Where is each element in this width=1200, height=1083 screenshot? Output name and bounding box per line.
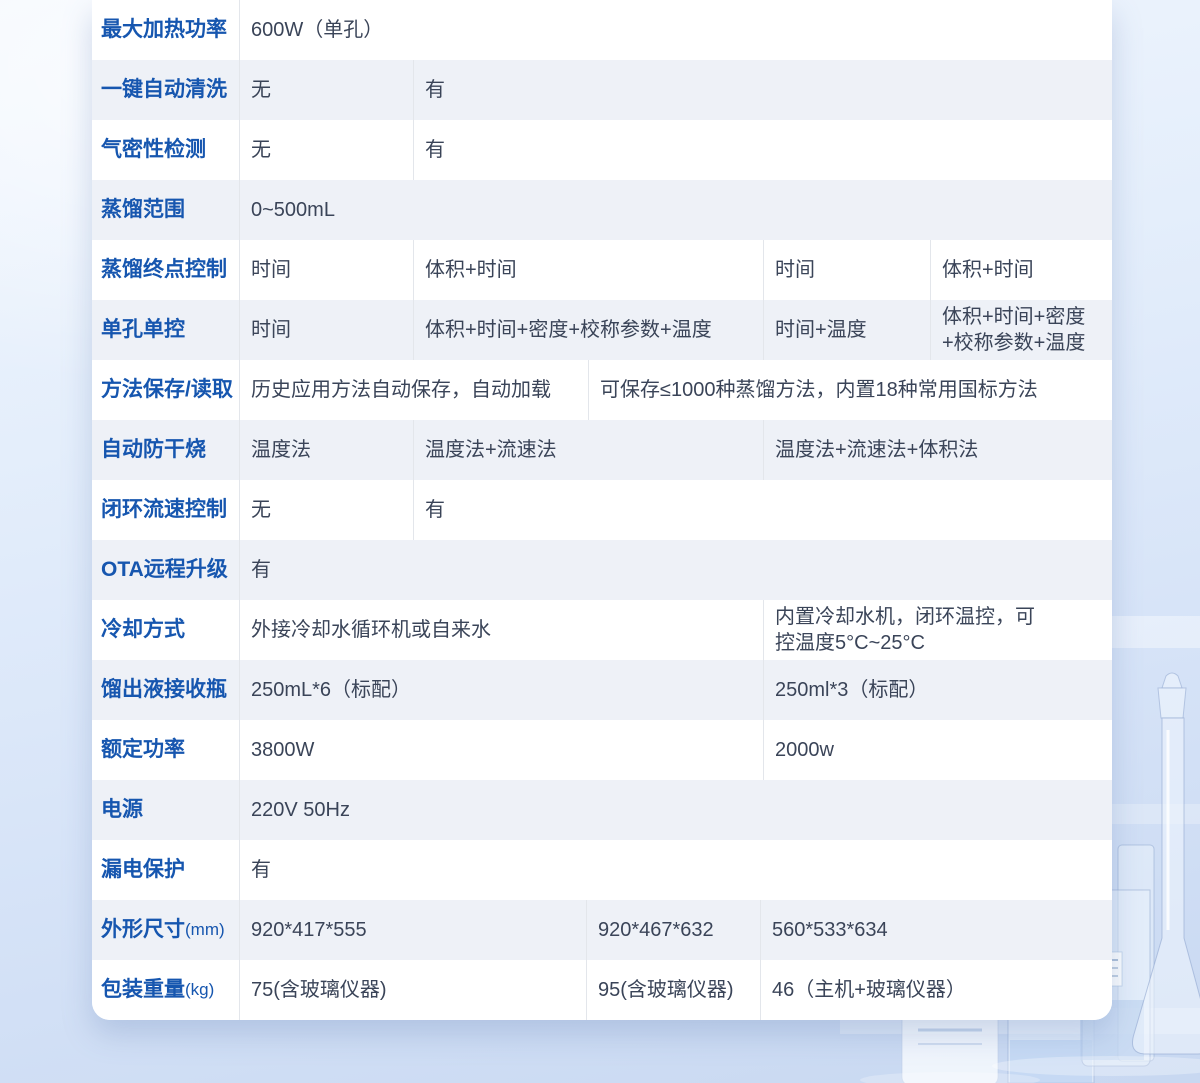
spec-label-text: 电源	[101, 797, 143, 823]
spec-label-text: 方法保存/读取	[101, 377, 233, 403]
spec-row: 最大加热功率 600W（单孔）	[92, 0, 1112, 60]
spec-value: 250mL*6（标配）	[240, 660, 763, 720]
spec-label-text: 蒸馏范围	[101, 197, 185, 223]
spec-row: 馏出液接收瓶 250mL*6（标配） 250ml*3（标配）	[92, 660, 1112, 720]
spec-label-text: 外形尺寸	[101, 917, 185, 943]
spec-row: 蒸馏范围 0~500mL	[92, 180, 1112, 240]
spec-value: 有	[413, 60, 1112, 120]
spec-label: 外形尺寸(mm)	[92, 900, 240, 960]
spec-value: 920*417*555	[240, 900, 586, 960]
spec-label-text: 气密性检测	[101, 137, 206, 163]
spec-value: 时间	[763, 240, 930, 300]
spec-label-text: 闭环流速控制	[101, 497, 227, 523]
spec-row: OTA远程升级 有	[92, 540, 1112, 600]
spec-row: 自动防干烧 温度法 温度法+流速法 温度法+流速法+体积法	[92, 420, 1112, 480]
spec-value: 时间+温度	[763, 300, 930, 360]
spec-value: 无	[240, 60, 413, 120]
spec-value: 温度法+流速法+体积法	[763, 420, 1112, 480]
spec-value: 3800W	[240, 720, 763, 780]
spec-label: 蒸馏终点控制	[92, 240, 240, 300]
spec-value: 内置冷却水机，闭环温控，可 控温度5°C~25°C	[763, 600, 1112, 660]
spec-value: 250ml*3（标配）	[763, 660, 1112, 720]
spec-table: 最大加热功率 600W（单孔） 一键自动清洗 无 有 气密性检测 无 有 蒸馏范…	[92, 0, 1112, 1020]
spec-row: 漏电保护 有	[92, 840, 1112, 900]
glass-flask-stopper	[1162, 673, 1182, 688]
light-band	[1108, 804, 1200, 824]
spec-label-text: 额定功率	[101, 737, 185, 763]
spec-label: 闭环流速控制	[92, 480, 240, 540]
spec-label-text: 单孔单控	[101, 317, 185, 343]
spec-label-text: 最大加热功率	[101, 17, 227, 43]
spec-value: 有	[413, 480, 1112, 540]
spec-value: 无	[240, 120, 413, 180]
spec-value: 体积+时间	[413, 240, 763, 300]
spec-row: 方法保存/读取 历史应用方法自动保存，自动加载 可保存≤1000种蒸馏方法，内置…	[92, 360, 1112, 420]
spec-value: 95(含玻璃仪器)	[586, 960, 760, 1020]
spec-value: 无	[240, 480, 413, 540]
spec-label: 额定功率	[92, 720, 240, 780]
spec-value: 体积+时间+密度+校称参数+温度	[413, 300, 763, 360]
spec-value: 0~500mL	[240, 180, 1112, 240]
spec-value: 时间	[240, 300, 413, 360]
spec-row: 冷却方式 外接冷却水循环机或自来水 内置冷却水机，闭环温控，可 控温度5°C~2…	[92, 600, 1112, 660]
light-band	[1108, 616, 1200, 648]
spec-label: 蒸馏范围	[92, 180, 240, 240]
spec-label: 冷却方式	[92, 600, 240, 660]
spec-label-unit: (mm)	[185, 917, 225, 943]
spec-row: 蒸馏终点控制 时间 体积+时间 时间 体积+时间	[92, 240, 1112, 300]
spec-label-text: OTA远程升级	[101, 557, 228, 583]
spec-label: 单孔单控	[92, 300, 240, 360]
spec-row: 包装重量(kg) 75(含玻璃仪器) 95(含玻璃仪器) 46（主机+玻璃仪器）	[92, 960, 1112, 1020]
spec-value: 75(含玻璃仪器)	[240, 960, 586, 1020]
spec-row: 单孔单控 时间 体积+时间+密度+校称参数+温度 时间+温度 体积+时间+密度 …	[92, 300, 1112, 360]
spec-row: 电源 220V 50Hz	[92, 780, 1112, 840]
spec-value: 温度法+流速法	[413, 420, 763, 480]
page-background: 最大加热功率 600W（单孔） 一键自动清洗 无 有 气密性检测 无 有 蒸馏范…	[0, 0, 1200, 1083]
spec-value: 外接冷却水循环机或自来水	[240, 600, 763, 660]
spec-value: 体积+时间+密度 +校称参数+温度	[930, 300, 1112, 360]
spec-value: 560*533*634	[760, 900, 1112, 960]
spec-value: 220V 50Hz	[240, 780, 1112, 840]
spec-label-text: 蒸馏终点控制	[101, 257, 227, 283]
spec-label-unit: (kg)	[185, 977, 214, 1003]
spec-value: 920*467*632	[586, 900, 760, 960]
spec-value: 体积+时间	[930, 240, 1112, 300]
spec-value: 历史应用方法自动保存，自动加载	[240, 360, 588, 420]
spec-label-text: 漏电保护	[101, 857, 185, 883]
spec-label: 气密性检测	[92, 120, 240, 180]
spec-label-text: 一键自动清洗	[101, 77, 227, 103]
spec-label-text: 包装重量	[101, 977, 185, 1003]
spec-label-text: 冷却方式	[101, 617, 185, 643]
spec-value: 46（主机+玻璃仪器）	[760, 960, 1112, 1020]
spec-label: 包装重量(kg)	[92, 960, 240, 1020]
spec-row: 气密性检测 无 有	[92, 120, 1112, 180]
spec-label: 电源	[92, 780, 240, 840]
spec-row: 闭环流速控制 无 有	[92, 480, 1112, 540]
spec-label: OTA远程升级	[92, 540, 240, 600]
spec-value: 有	[240, 540, 1112, 600]
spec-label: 一键自动清洗	[92, 60, 240, 120]
spec-label: 馏出液接收瓶	[92, 660, 240, 720]
spec-value: 温度法	[240, 420, 413, 480]
spec-value: 有	[413, 120, 1112, 180]
spec-row: 外形尺寸(mm) 920*417*555 920*467*632 560*533…	[92, 900, 1112, 960]
spec-value: 可保存≤1000种蒸馏方法，内置18种常用国标方法	[588, 360, 1112, 420]
spec-value: 2000w	[763, 720, 1112, 780]
spec-value: 时间	[240, 240, 413, 300]
spec-row: 一键自动清洗 无 有	[92, 60, 1112, 120]
spec-label: 漏电保护	[92, 840, 240, 900]
spec-label: 方法保存/读取	[92, 360, 240, 420]
spec-value: 有	[240, 840, 1112, 900]
spec-label-text: 馏出液接收瓶	[101, 677, 227, 703]
spec-value: 600W（单孔）	[240, 0, 1112, 60]
spec-row: 额定功率 3800W 2000w	[92, 720, 1112, 780]
spec-label: 最大加热功率	[92, 0, 240, 60]
spec-label-text: 自动防干烧	[101, 437, 206, 463]
spec-label: 自动防干烧	[92, 420, 240, 480]
